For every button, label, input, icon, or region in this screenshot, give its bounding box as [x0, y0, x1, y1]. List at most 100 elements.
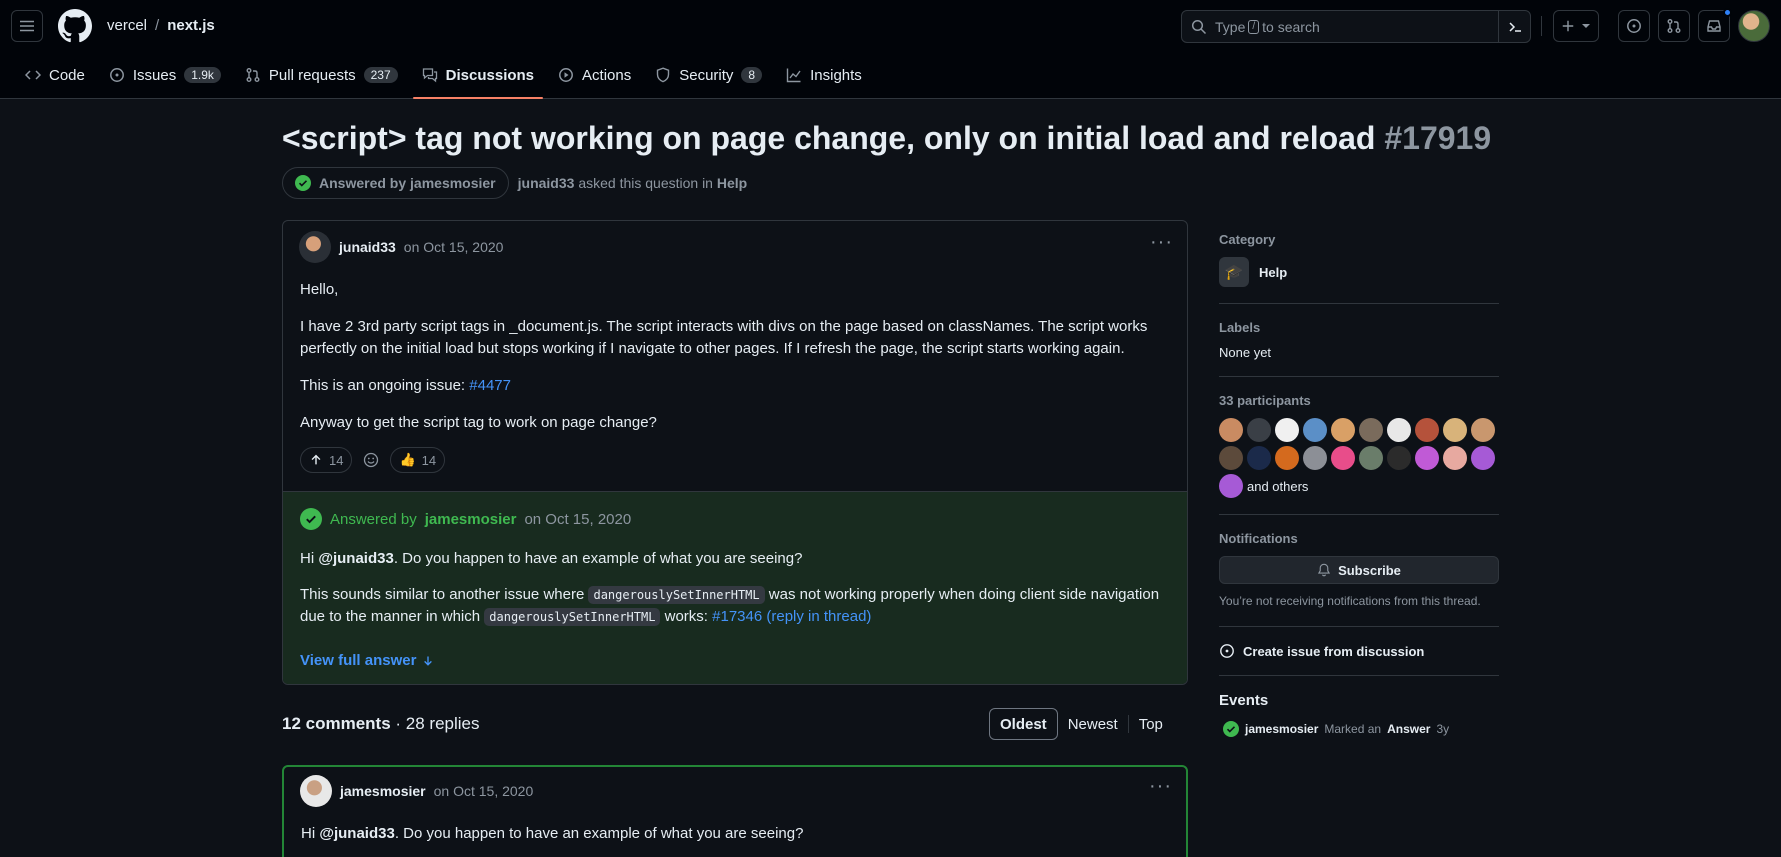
avatar[interactable] [1415, 418, 1439, 442]
sort-oldest[interactable]: Oldest [989, 708, 1058, 740]
avatar[interactable] [1331, 446, 1355, 470]
avatar[interactable] [1331, 418, 1355, 442]
comments-summary: 12 comments · 28 replies [282, 714, 480, 734]
tab-security[interactable]: Security 8 [646, 58, 771, 92]
avatar[interactable] [1415, 446, 1439, 470]
avatar[interactable] [1359, 418, 1383, 442]
avatar[interactable] [300, 775, 332, 807]
create-issue-button[interactable]: Create issue from discussion [1219, 643, 1499, 659]
answered-by-label: Answered by [330, 510, 417, 528]
notifications-heading: Notifications [1219, 531, 1298, 546]
tab-issues[interactable]: Issues 1.9k [100, 58, 230, 92]
answer-text: . Do you happen to have an example of wh… [393, 550, 803, 567]
search-placeholder-suffix: to search [1262, 18, 1320, 35]
issue-link[interactable]: #4477 [469, 377, 511, 394]
avatar[interactable] [1247, 446, 1271, 470]
avatar[interactable] [1219, 474, 1243, 498]
avatar[interactable] [1303, 446, 1327, 470]
category-link[interactable]: Help [717, 175, 747, 191]
avatar[interactable] [1247, 418, 1271, 442]
sort-newest[interactable]: Newest [1058, 708, 1128, 740]
reply-link[interactable]: #17346 (reply in thread) [712, 608, 871, 625]
mention-link[interactable]: @junaid33 [318, 550, 393, 567]
tab-label: Insights [810, 66, 862, 84]
mention-link[interactable]: @junaid33 [319, 825, 394, 842]
comment-author[interactable]: jamesmosier [340, 783, 426, 799]
avatar[interactable] [1275, 418, 1299, 442]
notification-note: You’re not receiving notifications from … [1219, 594, 1481, 608]
answered-badge[interactable]: Answered by jamesmosier [282, 167, 509, 199]
events-section: Events jamesmosier Marked an Answer 3y [1219, 692, 1499, 737]
comment-sort: Oldest Newest Top [989, 708, 1173, 740]
breadcrumb-owner[interactable]: vercel [107, 17, 147, 34]
tab-insights[interactable]: Insights [777, 58, 871, 92]
command-palette-icon[interactable] [1498, 11, 1530, 42]
breadcrumb-separator: / [155, 17, 160, 34]
avatar[interactable] [1471, 446, 1495, 470]
pull-requests-counter: 237 [363, 67, 398, 83]
event-time: 3y [1436, 722, 1450, 736]
tab-pull-requests[interactable]: Pull requests 237 [236, 58, 407, 92]
avatar[interactable] [1303, 418, 1327, 442]
post-paragraph: This is an ongoing issue: #4477 [300, 375, 1170, 397]
user-avatar[interactable] [1738, 10, 1770, 42]
comment-header: jamesmosier on Oct 15, 2020 [300, 775, 533, 807]
post-author[interactable]: junaid33 [339, 239, 396, 255]
avatar[interactable] [1275, 446, 1299, 470]
comment-date[interactable]: on Oct 15, 2020 [434, 783, 534, 799]
create-new-button[interactable] [1553, 10, 1599, 42]
tab-code[interactable]: Code [16, 58, 94, 92]
avatar[interactable] [299, 231, 331, 263]
avatar[interactable] [1359, 446, 1383, 470]
avatar[interactable] [1219, 446, 1243, 470]
github-logo-icon[interactable] [58, 9, 92, 43]
tab-discussions[interactable]: Discussions [412, 58, 544, 99]
events-heading: Events [1219, 692, 1269, 709]
answer-author[interactable]: jamesmosier [425, 511, 517, 528]
asker-link[interactable]: junaid33 [518, 175, 575, 191]
answer-preview: Answered by jamesmosier on Oct 15, 2020 … [283, 491, 1187, 684]
issues-counter: 1.9k [184, 67, 221, 83]
avatar[interactable] [1387, 418, 1411, 442]
avatar[interactable] [1471, 418, 1495, 442]
check-circle-icon [1223, 721, 1239, 737]
page-title: <script> tag not working on page change,… [282, 120, 1491, 157]
upvote-count: 14 [329, 452, 344, 468]
actions-section: Create issue from discussion [1219, 643, 1499, 676]
kebab-menu-icon[interactable]: ··· [1149, 775, 1172, 798]
event-answer-link[interactable]: Answer [1387, 722, 1430, 736]
comment-text: Hi [301, 825, 320, 842]
avatar[interactable] [1443, 418, 1467, 442]
discussion-post: junaid33 on Oct 15, 2020 ··· Hello, I ha… [282, 220, 1188, 685]
thumbs-up-reaction[interactable]: 👍 14 [390, 447, 446, 473]
upvote-button[interactable]: 14 [300, 447, 353, 473]
kebab-menu-icon[interactable]: ··· [1150, 231, 1173, 254]
avatar[interactable] [1219, 418, 1243, 442]
participants-grid [1219, 418, 1499, 470]
subscribe-button[interactable]: Subscribe [1219, 556, 1499, 584]
category-section: Category 🎓 Help [1219, 232, 1499, 304]
notifications-section: Notifications Subscribe You’re not recei… [1219, 531, 1499, 627]
event-user[interactable]: jamesmosier [1245, 722, 1318, 736]
view-full-answer-link[interactable]: View full answer [300, 652, 434, 669]
avatar[interactable] [1443, 446, 1467, 470]
post-date[interactable]: on Oct 15, 2020 [404, 239, 504, 255]
search-input[interactable]: Type / to search [1181, 10, 1531, 43]
menu-icon[interactable] [11, 10, 43, 42]
issues-icon[interactable] [1618, 10, 1650, 42]
participants-section: 33 participants and others [1219, 393, 1499, 515]
sort-top[interactable]: Top [1129, 708, 1173, 740]
category-item[interactable]: 🎓 Help [1219, 257, 1499, 287]
comment-text: . Do you happen to have an example of wh… [394, 825, 804, 842]
smiley-icon [363, 452, 379, 468]
comment-discussion-icon [422, 67, 438, 83]
avatar[interactable] [1387, 446, 1411, 470]
pull-requests-icon[interactable] [1658, 10, 1690, 42]
answer-date[interactable]: on Oct 15, 2020 [524, 511, 631, 528]
tab-actions[interactable]: Actions [549, 58, 640, 92]
inline-code: dangerouslySetInnerHTML [588, 586, 765, 604]
add-reaction-button[interactable] [358, 447, 384, 473]
breadcrumb: vercel / next.js [107, 17, 215, 34]
inbox-icon[interactable] [1698, 8, 1732, 42]
breadcrumb-repo[interactable]: next.js [167, 17, 215, 34]
